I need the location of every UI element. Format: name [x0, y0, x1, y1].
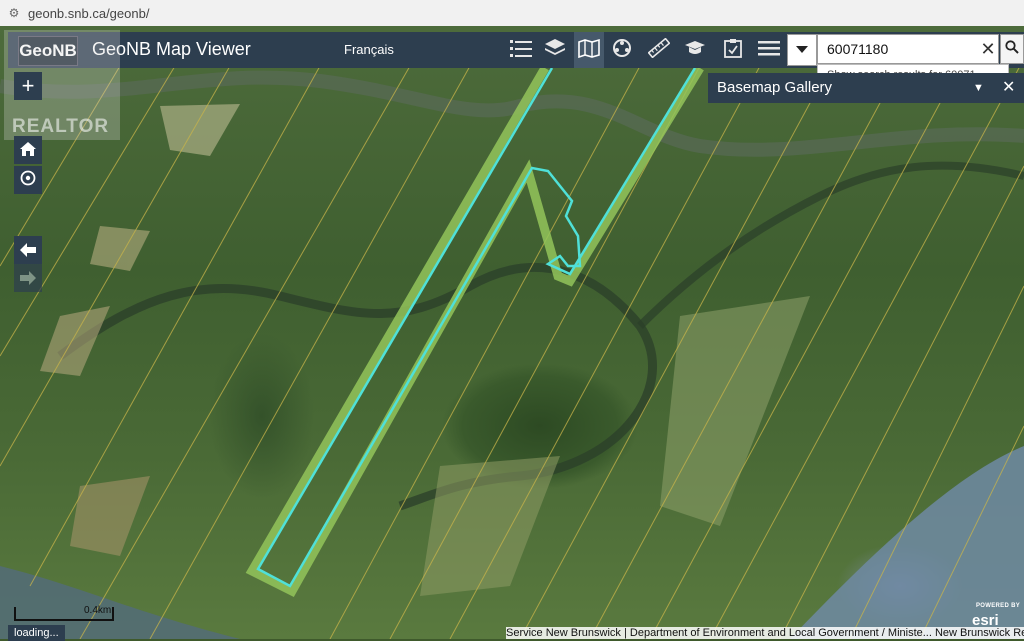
close-panel-icon[interactable]: ✕ [1002, 73, 1015, 103]
home-button[interactable] [14, 136, 42, 164]
watermark-text: REALTOR [12, 116, 110, 137]
main-menu-button[interactable] [754, 32, 784, 68]
browser-address-bar[interactable]: ⚙ geonb.snb.ca/geonb/ [0, 0, 1024, 27]
plus-icon: + [21, 73, 35, 98]
layer-list-button[interactable] [506, 32, 536, 68]
powered-by-label: POWERED BY [976, 603, 1021, 609]
search-icon [1005, 39, 1019, 59]
map-attribution[interactable]: Service New Brunswick | Department of En… [506, 627, 1024, 639]
education-button[interactable] [680, 32, 710, 68]
map-imagery [0, 65, 1024, 639]
language-toggle-link[interactable]: Français [344, 42, 394, 57]
layers-icon [544, 38, 566, 63]
list-icon [510, 38, 532, 63]
home-icon [19, 137, 37, 163]
basemap-gallery-title: Basemap Gallery [717, 79, 833, 96]
scale-label: 0.4km [84, 605, 112, 616]
next-extent-button[interactable] [14, 264, 42, 292]
arrow-left-icon [20, 237, 36, 263]
layers-button[interactable] [540, 32, 570, 68]
hat-icon [684, 38, 706, 63]
locate-button[interactable] [14, 166, 42, 194]
crosshair-icon [19, 167, 37, 193]
basemap-gallery-panel: Basemap Gallery ▼ ✕ [708, 73, 1024, 103]
basemap-gallery-button[interactable] [574, 32, 604, 68]
search-source-dropdown[interactable] [787, 34, 817, 66]
map-canvas[interactable] [0, 26, 1024, 639]
search-button[interactable] [1000, 34, 1024, 64]
site-settings-icon[interactable]: ⚙ [6, 5, 22, 21]
measure-button[interactable] [644, 32, 674, 68]
esri-logo[interactable]: POWERED BY esri [972, 603, 1020, 629]
clipboard-button[interactable] [718, 32, 748, 68]
ruler-icon [647, 37, 671, 63]
caret-down-icon [796, 41, 808, 59]
menu-icon [758, 38, 780, 63]
clipboard-icon [722, 38, 744, 63]
media-button[interactable] [608, 32, 638, 68]
browser-url[interactable]: geonb.snb.ca/geonb/ [28, 6, 149, 21]
esri-logo-text: esri [972, 612, 999, 629]
clear-search-icon[interactable]: ✕ [978, 38, 998, 60]
basemap-icon [578, 38, 600, 63]
collapse-panel-icon[interactable]: ▼ [973, 73, 984, 103]
zoom-in-button[interactable]: + [14, 72, 42, 100]
previous-extent-button[interactable] [14, 236, 42, 264]
reel-icon [612, 38, 634, 63]
arrow-right-icon [20, 265, 36, 291]
search-input[interactable]: 60071180 [817, 34, 999, 64]
